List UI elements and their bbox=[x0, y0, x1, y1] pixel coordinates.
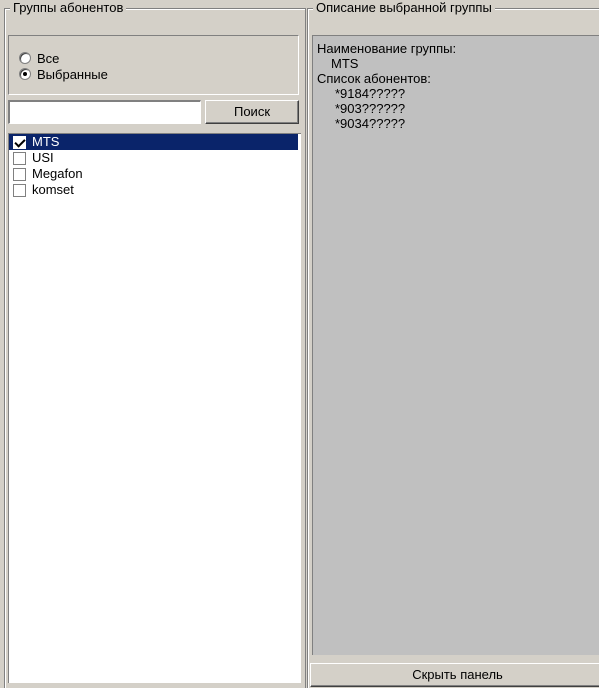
checkbox[interactable] bbox=[13, 167, 26, 181]
subscriber-entry: *903?????? bbox=[335, 101, 406, 116]
checkbox[interactable] bbox=[13, 135, 26, 149]
group-name-label: Наименование группы: bbox=[317, 41, 457, 56]
hide-panel-button[interactable]: Скрыть панель bbox=[310, 663, 599, 687]
checkbox[interactable] bbox=[13, 183, 26, 197]
subscriber-list-label: Список абонентов: bbox=[317, 71, 431, 86]
radio-selected[interactable] bbox=[19, 68, 31, 80]
search-button[interactable]: Поиск bbox=[205, 100, 299, 124]
radio-selected-row[interactable]: Выбранные bbox=[19, 66, 108, 82]
group-description-title: Описание выбранной группы bbox=[313, 0, 495, 16]
radio-all[interactable] bbox=[19, 52, 31, 64]
search-input[interactable] bbox=[8, 100, 201, 124]
subscriber-entry: *9184????? bbox=[335, 86, 406, 101]
subscriber-entry: *9034????? bbox=[335, 116, 406, 131]
checkbox[interactable] bbox=[13, 151, 26, 165]
group-name-value: MTS bbox=[331, 56, 359, 71]
list-item[interactable]: Megafon bbox=[9, 166, 301, 182]
radio-all-label: Все bbox=[37, 50, 60, 66]
radio-selected-label: Выбранные bbox=[37, 66, 108, 82]
groups-list[interactable]: MTS USI Megafon komset bbox=[8, 133, 301, 683]
list-item-label: USI bbox=[32, 150, 54, 165]
list-item[interactable]: USI bbox=[9, 150, 301, 166]
list-item-label: komset bbox=[32, 182, 74, 197]
list-item-label: MTS bbox=[30, 134, 62, 150]
filter-radio-panel: Все Выбранные bbox=[8, 35, 299, 95]
list-item-label: Megafon bbox=[32, 166, 83, 181]
subscriber-groups-title: Группы абонентов bbox=[10, 0, 127, 16]
group-description-panel: Наименование группы: MTS Список абоненто… bbox=[312, 35, 599, 655]
list-item[interactable]: MTS bbox=[9, 134, 298, 150]
list-item[interactable]: komset bbox=[9, 182, 301, 198]
radio-all-row[interactable]: Все bbox=[19, 50, 59, 66]
